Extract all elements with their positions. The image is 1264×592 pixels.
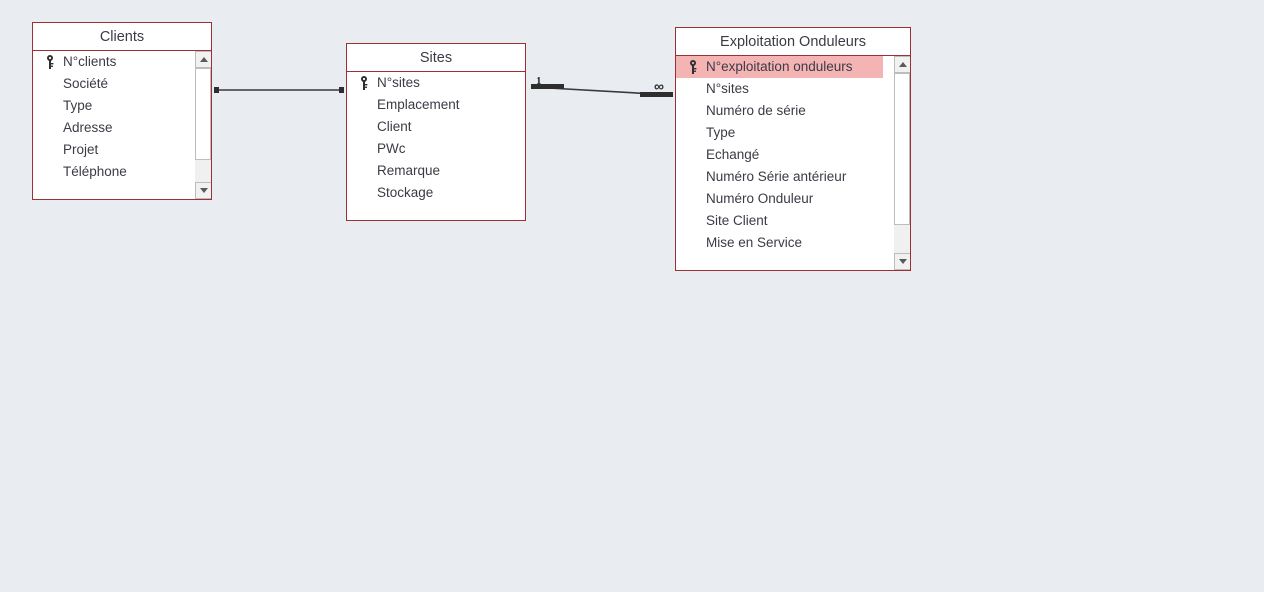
key-icon [353,76,375,90]
field-name: N°clients [63,54,117,69]
field-name: Site Client [706,213,768,228]
field-row[interactable]: Adresse [33,117,211,139]
field-row[interactable]: Numéro de série [676,100,910,122]
field-row[interactable]: N°clients [33,51,211,73]
scrollbar-thumb[interactable] [894,73,910,225]
relationships-canvas[interactable]: 1 ∞ Clients N°clients Société Type Adres… [0,0,1264,592]
field-name: Remarque [377,163,441,178]
field-name: Numéro Onduleur [706,191,814,206]
field-row[interactable]: Numéro Onduleur [676,188,910,210]
cardinality-label-many: ∞ [654,78,664,94]
field-name: PWc [377,141,406,156]
field-row[interactable]: Type [676,122,910,144]
field-name: Type [706,125,736,140]
field-row[interactable]: Type [33,95,211,117]
key-icon [682,60,704,74]
arrow-up-icon [898,62,907,67]
scroll-up-button[interactable] [894,56,910,73]
field-row[interactable]: Site Client [676,210,910,232]
field-row[interactable]: Client [347,116,525,138]
table-title-exploitation-onduleurs[interactable]: Exploitation Onduleurs [676,28,910,56]
field-name: Emplacement [377,97,460,112]
field-row[interactable]: Téléphone [33,161,211,183]
field-row[interactable]: Projet [33,139,211,161]
field-name: Téléphone [63,164,127,179]
field-name: Société [63,76,109,91]
table-title-sites[interactable]: Sites [347,44,525,72]
scrollbar-track[interactable] [894,73,910,253]
cardinality-label-one: 1 [536,75,542,87]
field-row[interactable]: Numéro Série antérieur [676,166,910,188]
relationship-line-sites-exploitation[interactable] [530,84,673,97]
field-name: N°sites [377,75,420,90]
table-title-clients[interactable]: Clients [33,23,211,51]
field-name: Type [63,98,93,113]
field-name: Numéro Série antérieur [706,169,847,184]
arrow-up-icon [199,57,208,62]
field-row[interactable]: N°sites [676,78,910,100]
table-window-sites[interactable]: Sites N°sites Emplacement Client PWc Rem… [346,43,526,221]
field-name: Adresse [63,120,113,135]
field-name: Echangé [706,147,760,162]
table-field-list-clients: N°clients Société Type Adresse Projet Té… [33,51,211,199]
field-row-selected[interactable]: N°exploitation onduleurs [676,56,883,78]
field-name: Client [377,119,412,134]
arrow-down-icon [199,188,208,193]
scrollbar-thumb[interactable] [195,68,211,160]
scrollbar-track[interactable] [195,68,211,182]
scroll-up-button[interactable] [195,51,211,68]
field-row[interactable]: Mise en Service [676,232,910,254]
field-row[interactable]: Remarque [347,160,525,182]
relationship-line-clients-sites[interactable] [214,87,344,93]
field-name: Numéro de série [706,103,806,118]
field-row[interactable]: PWc [347,138,525,160]
arrow-down-icon [898,259,907,264]
scroll-down-button[interactable] [894,253,910,270]
vertical-scrollbar-clients[interactable] [194,51,211,199]
field-name: N°exploitation onduleurs [706,59,853,74]
table-window-clients[interactable]: Clients N°clients Société Type Adresse P… [32,22,212,200]
field-name: Stockage [377,185,434,200]
field-row[interactable]: Société [33,73,211,95]
field-name: Projet [63,142,99,157]
field-row[interactable]: Stockage [347,182,525,204]
field-name: N°sites [706,81,749,96]
field-row[interactable]: Echangé [676,144,910,166]
field-row[interactable]: N°sites [347,72,525,94]
scroll-down-button[interactable] [195,182,211,199]
field-name: Mise en Service [706,235,803,250]
key-icon [39,55,61,69]
table-field-list-exploitation-onduleurs: N°exploitation onduleurs N°sites Numéro … [676,56,910,270]
field-row[interactable]: Emplacement [347,94,525,116]
table-field-list-sites: N°sites Emplacement Client PWc Remarque [347,72,525,220]
table-window-exploitation-onduleurs[interactable]: Exploitation Onduleurs N°exploitation on… [675,27,911,271]
vertical-scrollbar-exploitation-onduleurs[interactable] [893,56,910,270]
